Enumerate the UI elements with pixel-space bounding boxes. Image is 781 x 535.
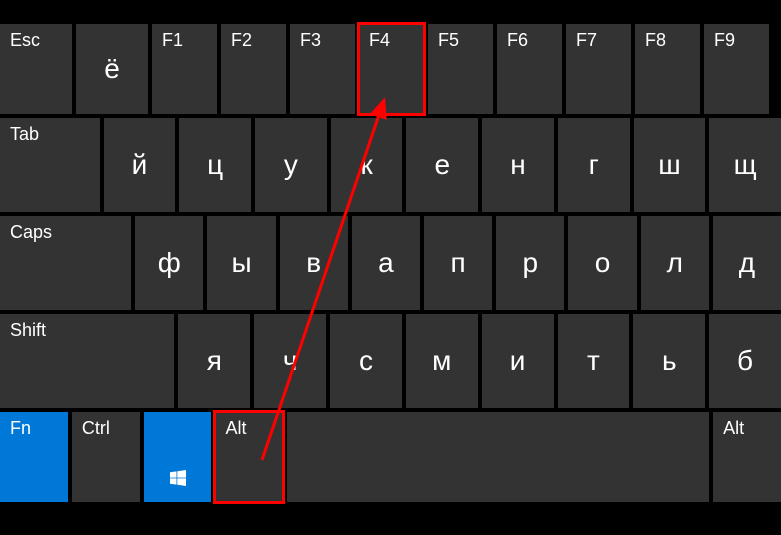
key-letter[interactable]: ф (135, 216, 203, 310)
key-letter[interactable]: я (178, 314, 250, 408)
key-label: ш (658, 149, 680, 181)
key-label: е (435, 149, 451, 181)
key-letter[interactable]: г (558, 118, 630, 212)
key-letter[interactable]: м (406, 314, 478, 408)
key-letter[interactable]: у (255, 118, 327, 212)
key-label: F2 (231, 30, 252, 51)
key-label: о (595, 247, 611, 279)
key-f4[interactable]: F4 (359, 24, 424, 114)
key-label: ч (283, 345, 298, 377)
key-label: Shift (10, 320, 46, 341)
key-label: Ctrl (82, 418, 110, 439)
key-letter[interactable]: ч (254, 314, 326, 408)
key-yo[interactable]: ё (76, 24, 148, 114)
key-label: Esc (10, 30, 40, 51)
key-letter[interactable]: р (496, 216, 564, 310)
key-letter[interactable]: в (280, 216, 348, 310)
key-label: г (589, 149, 599, 181)
key-f3[interactable]: F3 (290, 24, 355, 114)
key-letter[interactable]: а (352, 216, 420, 310)
key-letter[interactable]: щ (709, 118, 781, 212)
key-windows[interactable] (144, 412, 212, 502)
key-letter[interactable]: ы (207, 216, 275, 310)
key-space[interactable] (287, 412, 709, 502)
key-label: б (737, 345, 753, 377)
key-letter[interactable]: ь (633, 314, 705, 408)
key-letter[interactable]: ш (634, 118, 706, 212)
key-letter[interactable]: н (482, 118, 554, 212)
key-letter[interactable]: л (641, 216, 709, 310)
key-label: F3 (300, 30, 321, 51)
key-label: Caps (10, 222, 52, 243)
key-letter[interactable]: ц (179, 118, 251, 212)
key-label: ы (231, 247, 251, 279)
key-tab[interactable]: Tab (0, 118, 100, 212)
key-label: ь (662, 345, 677, 377)
keyboard-row-3: Shift я ч с м и т ь б (0, 314, 781, 408)
key-label: F5 (438, 30, 459, 51)
keyboard-row-1: Tab й ц у к е н г ш щ (0, 118, 781, 212)
keyboard-row-modifier: Fn Ctrl Alt Alt (0, 412, 781, 502)
key-letter[interactable]: е (406, 118, 478, 212)
key-fn[interactable]: Fn (0, 412, 68, 502)
key-alt-left[interactable]: Alt (215, 412, 283, 502)
key-f6[interactable]: F6 (497, 24, 562, 114)
key-letter[interactable]: п (424, 216, 492, 310)
key-label: я (207, 345, 222, 377)
key-f8[interactable]: F8 (635, 24, 700, 114)
key-label: й (132, 149, 148, 181)
key-label: м (432, 345, 451, 377)
key-label: Alt (225, 418, 246, 439)
key-label: F8 (645, 30, 666, 51)
key-label: Tab (10, 124, 39, 145)
key-letter[interactable]: и (482, 314, 554, 408)
keyboard-row-function: Esc ё F1 F2 F3 F4 F5 F6 F7 F8 F9 (0, 24, 781, 114)
key-label: Alt (723, 418, 744, 439)
key-esc[interactable]: Esc (0, 24, 72, 114)
key-label: и (510, 345, 526, 377)
key-f9[interactable]: F9 (704, 24, 769, 114)
key-letter[interactable]: к (331, 118, 403, 212)
key-letter[interactable]: б (709, 314, 781, 408)
key-label: н (510, 149, 525, 181)
on-screen-keyboard: Esc ё F1 F2 F3 F4 F5 F6 F7 F8 F9 Tab й ц… (0, 24, 781, 506)
key-f2[interactable]: F2 (221, 24, 286, 114)
key-label: F4 (369, 30, 390, 51)
key-letter[interactable]: д (713, 216, 781, 310)
key-f5[interactable]: F5 (428, 24, 493, 114)
key-label: п (451, 247, 466, 279)
key-f7[interactable]: F7 (566, 24, 631, 114)
key-letter[interactable]: о (568, 216, 636, 310)
key-label: р (523, 247, 539, 279)
key-label: с (359, 345, 373, 377)
key-label: л (667, 247, 683, 279)
key-caps[interactable]: Caps (0, 216, 131, 310)
key-label: Fn (10, 418, 31, 439)
key-f1[interactable]: F1 (152, 24, 217, 114)
key-label: ф (158, 247, 181, 279)
key-shift[interactable]: Shift (0, 314, 174, 408)
windows-icon (170, 470, 186, 486)
key-label: щ (734, 149, 757, 181)
key-label: а (378, 247, 394, 279)
key-letter[interactable]: т (558, 314, 630, 408)
keyboard-row-2: Caps ф ы в а п р о л д (0, 216, 781, 310)
key-label: F1 (162, 30, 183, 51)
key-letter[interactable]: с (330, 314, 402, 408)
key-label: у (284, 149, 298, 181)
key-label: к (360, 149, 372, 181)
key-label: т (587, 345, 600, 377)
key-label: ё (104, 53, 120, 85)
key-ctrl[interactable]: Ctrl (72, 412, 140, 502)
key-label: в (306, 247, 321, 279)
key-label: F9 (714, 30, 735, 51)
key-label: д (739, 247, 755, 279)
key-label: F6 (507, 30, 528, 51)
key-letter[interactable]: й (104, 118, 176, 212)
key-label: ц (207, 149, 223, 181)
key-label: F7 (576, 30, 597, 51)
key-alt-right[interactable]: Alt (713, 412, 781, 502)
